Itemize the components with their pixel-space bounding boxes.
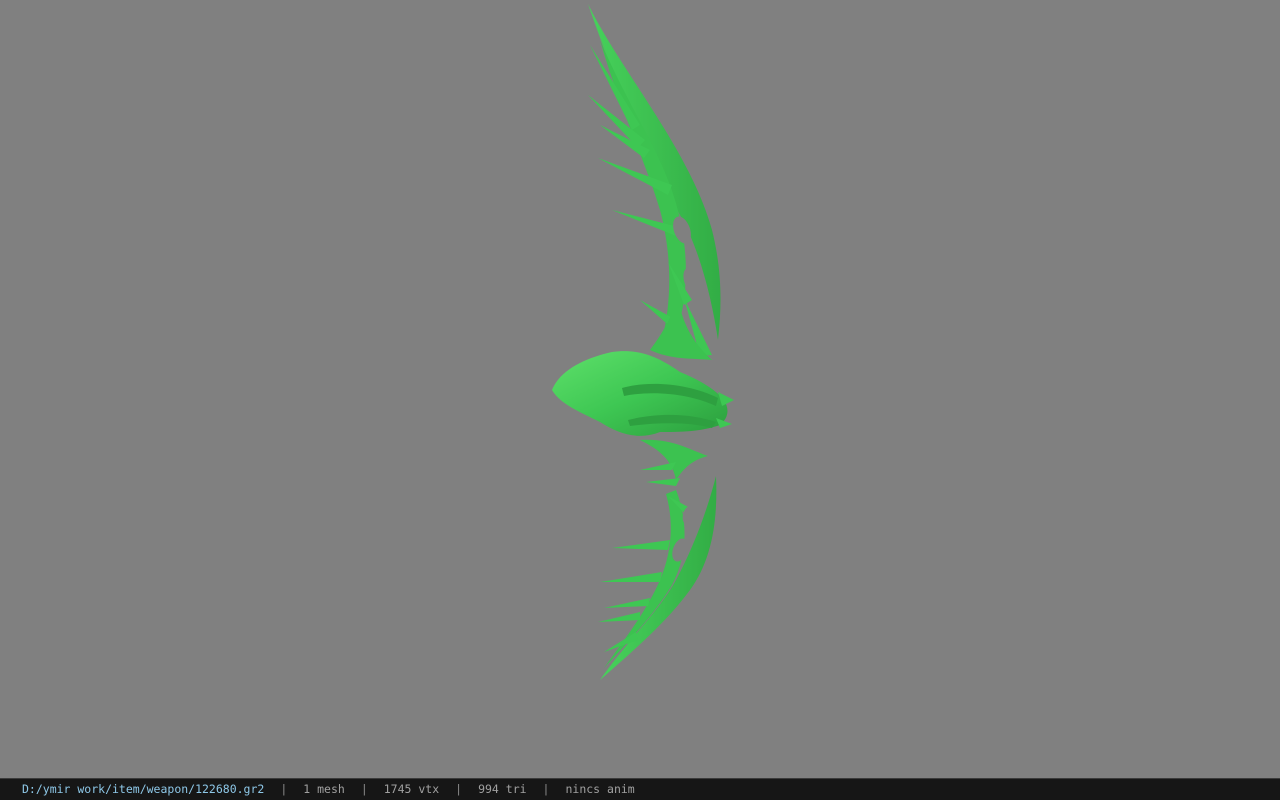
separator: |: [280, 782, 288, 796]
lower-thorn-2: [600, 572, 662, 582]
status-bar: D:/ymir work/item/weapon/122680.gr2 | 1 …: [0, 778, 1280, 800]
lower-thorn-4: [598, 612, 640, 622]
vertex-count: 1745 vtx: [383, 782, 440, 796]
file-path: D:/ymir work/item/weapon/122680.gr2: [22, 782, 265, 796]
triangle-count: 994 tri: [478, 782, 527, 796]
separator: |: [455, 782, 463, 796]
animation-status: nincs anim: [565, 782, 635, 796]
lower-thorn-1: [612, 540, 670, 550]
3d-viewport[interactable]: [0, 0, 1280, 778]
separator: |: [360, 782, 368, 796]
mesh-count: 1 mesh: [303, 782, 345, 796]
bow-model: [552, 4, 734, 680]
lower-thorn-b: [646, 478, 680, 486]
lower-thorn-3: [604, 598, 650, 608]
lower-joint: [640, 439, 708, 480]
lower-thorn-a: [640, 462, 676, 470]
separator: |: [542, 782, 550, 796]
